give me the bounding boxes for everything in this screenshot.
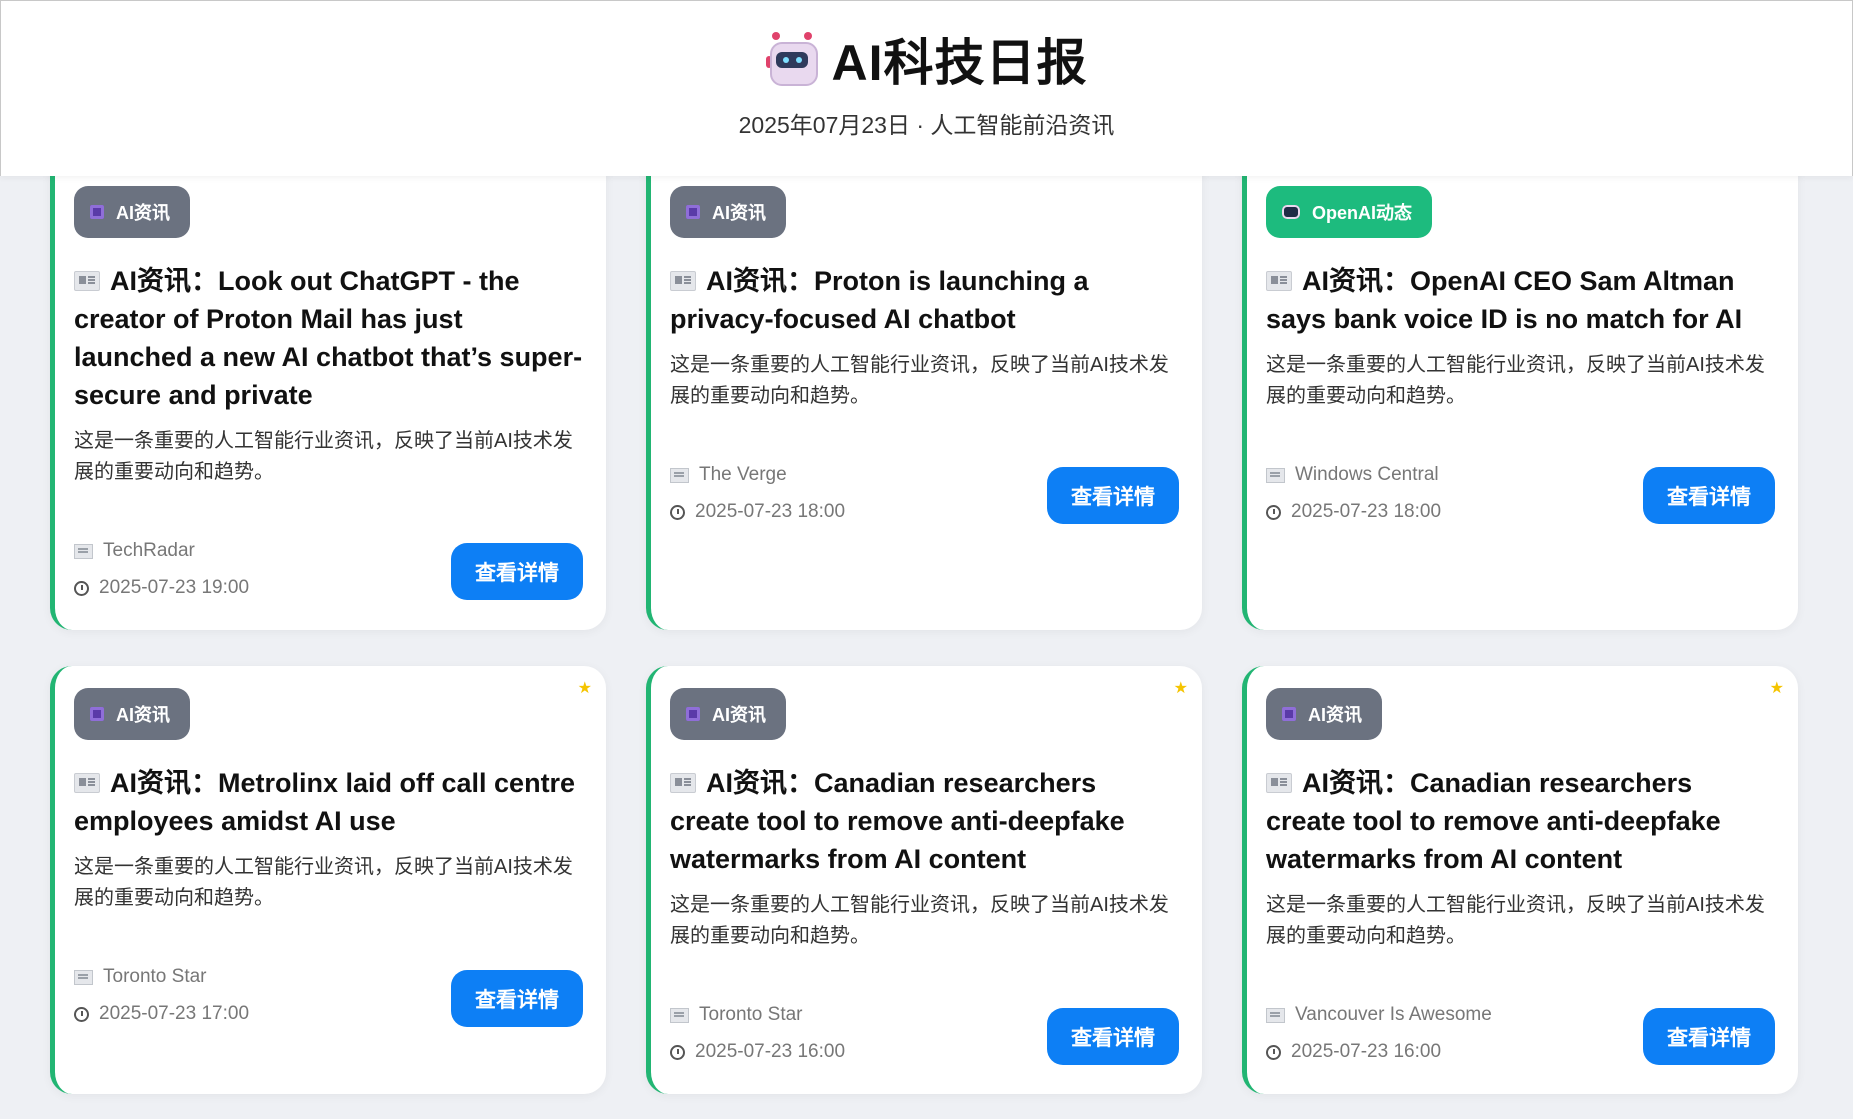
category-icon [90, 707, 104, 721]
source-label: TechRadar [103, 540, 195, 561]
newspaper-icon [74, 271, 100, 291]
category-badge: AI资讯 [670, 688, 786, 740]
news-title-text: AI资讯：Metrolinx laid off call centre empl… [74, 768, 576, 836]
view-details-button[interactable]: 查看详情 [451, 970, 583, 1027]
news-description: 这是一条重要的人工智能行业资讯，反映了当前AI技术发展的重要动向和趋势。 [670, 354, 1169, 407]
clock-icon [74, 1006, 89, 1022]
view-details-button[interactable]: 查看详情 [451, 543, 583, 600]
news-source: Windows Central [1266, 464, 1439, 486]
robot-icon [765, 32, 818, 86]
news-title[interactable]: AI资讯：OpenAI CEO Sam Altman says bank voi… [1266, 262, 1776, 338]
time-label: 2025-07-23 16:00 [695, 1041, 846, 1062]
category-badge: AI资讯 [670, 186, 786, 238]
newspaper-icon [1266, 773, 1292, 793]
page-header: AI科技日报 2025年07月23日 · 人工智能前沿资讯 [0, 0, 1853, 176]
news-source: Vancouver Is Awesome [1266, 1004, 1492, 1026]
source-icon [74, 543, 93, 559]
source-icon [670, 467, 689, 483]
news-time: 2025-07-23 16:00 [1266, 1041, 1441, 1063]
news-card: ★ AI资讯 AI资讯：Proton is launching a privac… [646, 140, 1202, 630]
news-card: ★ AI资讯 AI资讯：Canadian researchers create … [1242, 666, 1798, 1094]
source-icon [74, 969, 93, 985]
source-label: The Verge [699, 464, 787, 485]
category-badge: AI资讯 [1266, 688, 1382, 740]
category-label: AI资讯 [712, 203, 766, 223]
news-title[interactable]: AI资讯：Proton is launching a privacy-focus… [670, 262, 1180, 338]
news-description: 这是一条重要的人工智能行业资讯，反映了当前AI技术发展的重要动向和趋势。 [1266, 354, 1765, 407]
news-time: 2025-07-23 18:00 [670, 501, 845, 523]
source-icon [670, 1007, 689, 1023]
news-title-text: AI资讯：Canadian researchers create tool to… [670, 768, 1125, 874]
news-title[interactable]: AI资讯：Canadian researchers create tool to… [670, 764, 1180, 878]
category-label: OpenAI动态 [1312, 203, 1413, 223]
news-card: ★ AI资讯 AI资讯：Look out ChatGPT - the creat… [50, 140, 606, 630]
time-label: 2025-07-23 18:00 [695, 501, 846, 522]
news-title[interactable]: AI资讯：Look out ChatGPT - the creator of P… [74, 262, 584, 414]
news-description: 这是一条重要的人工智能行业资讯，反映了当前AI技术发展的重要动向和趋势。 [670, 894, 1169, 947]
category-badge: AI资讯 [74, 688, 190, 740]
source-icon [1266, 467, 1285, 483]
newspaper-icon [670, 773, 696, 793]
clock-icon [74, 580, 89, 596]
category-icon [686, 707, 700, 721]
view-details-button[interactable]: 查看详情 [1643, 467, 1775, 524]
time-label: 2025-07-23 17:00 [99, 1003, 250, 1024]
time-label: 2025-07-23 16:00 [1291, 1041, 1442, 1062]
view-details-button[interactable]: 查看详情 [1047, 1008, 1179, 1065]
news-description: 这是一条重要的人工智能行业资讯，反映了当前AI技术发展的重要动向和趋势。 [1266, 894, 1765, 947]
clock-icon [1266, 504, 1281, 520]
category-label: AI资讯 [712, 705, 766, 725]
category-icon [90, 205, 104, 219]
news-source: The Verge [670, 464, 787, 486]
news-time: 2025-07-23 17:00 [74, 1003, 249, 1025]
time-label: 2025-07-23 19:00 [99, 577, 250, 598]
news-description: 这是一条重要的人工智能行业资讯，反映了当前AI技术发展的重要动向和趋势。 [74, 430, 573, 483]
news-title[interactable]: AI资讯：Metrolinx laid off call centre empl… [74, 764, 584, 840]
title-row: AI科技日报 [1, 23, 1852, 95]
source-label: Toronto Star [103, 966, 207, 987]
news-card: ★ OpenAI动态 AI资讯：OpenAI CEO Sam Altman sa… [1242, 140, 1798, 630]
star-icon: ★ [1769, 680, 1784, 697]
view-details-button[interactable]: 查看详情 [1047, 467, 1179, 524]
news-time: 2025-07-23 18:00 [1266, 501, 1441, 523]
newspaper-icon [74, 773, 100, 793]
newspaper-icon [670, 271, 696, 291]
news-time: 2025-07-23 19:00 [74, 577, 249, 599]
source-icon [1266, 1007, 1285, 1023]
page-subtitle: 2025年07月23日 · 人工智能前沿资讯 [738, 112, 1115, 138]
star-icon: ★ [1173, 680, 1188, 697]
star-icon: ★ [577, 680, 592, 697]
category-label: AI资讯 [1308, 705, 1362, 725]
page-title: AI科技日报 [831, 35, 1088, 91]
news-source: Toronto Star [670, 1004, 803, 1026]
news-title[interactable]: AI资讯：Canadian researchers create tool to… [1266, 764, 1776, 878]
news-title-text: AI资讯：Canadian researchers create tool to… [1266, 768, 1721, 874]
category-icon [1282, 707, 1296, 721]
view-details-button[interactable]: 查看详情 [1643, 1008, 1775, 1065]
source-label: Windows Central [1295, 464, 1439, 485]
category-badge: OpenAI动态 [1266, 186, 1433, 238]
robot-badge-icon [1282, 205, 1300, 219]
news-source: TechRadar [74, 540, 195, 562]
category-badge: AI资讯 [74, 186, 190, 238]
time-label: 2025-07-23 18:00 [1291, 501, 1442, 522]
news-source: Toronto Star [74, 966, 207, 988]
clock-icon [670, 1044, 685, 1060]
news-description: 这是一条重要的人工智能行业资讯，反映了当前AI技术发展的重要动向和趋势。 [74, 856, 573, 909]
news-title-text: AI资讯：Look out ChatGPT - the creator of P… [74, 266, 583, 410]
news-card: ★ AI资讯 AI资讯：Metrolinx laid off call cent… [50, 666, 606, 1094]
clock-icon [670, 504, 685, 520]
category-icon [686, 205, 700, 219]
news-title-text: AI资讯：OpenAI CEO Sam Altman says bank voi… [1266, 266, 1743, 334]
news-card: ★ AI资讯 AI资讯：Canadian researchers create … [646, 666, 1202, 1094]
category-label: AI资讯 [116, 705, 170, 725]
category-label: AI资讯 [116, 203, 170, 223]
clock-icon [1266, 1044, 1281, 1060]
source-label: Vancouver Is Awesome [1295, 1004, 1492, 1025]
newspaper-icon [1266, 271, 1292, 291]
source-label: Toronto Star [699, 1004, 803, 1025]
news-title-text: AI资讯：Proton is launching a privacy-focus… [670, 266, 1089, 334]
news-time: 2025-07-23 16:00 [670, 1041, 845, 1063]
